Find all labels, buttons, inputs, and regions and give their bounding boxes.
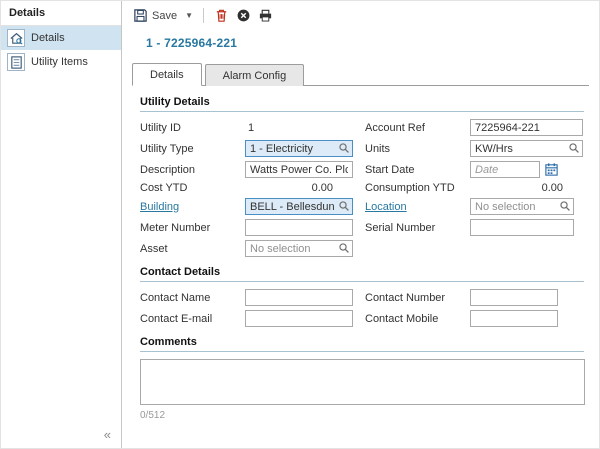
start-date-input[interactable] bbox=[470, 161, 540, 178]
calendar-button[interactable] bbox=[543, 162, 560, 178]
tab-alarm-config[interactable]: Alarm Config bbox=[205, 64, 305, 86]
details-panel: Utility Details Utility ID 1 Account Ref… bbox=[122, 86, 599, 448]
location-search-icon[interactable] bbox=[559, 200, 571, 212]
sidebar-item-details[interactable]: Details bbox=[1, 26, 121, 50]
toolbar: Save ▼ bbox=[122, 1, 599, 26]
account-ref-label: Account Ref bbox=[353, 122, 470, 134]
comments-title: Comments bbox=[140, 336, 584, 352]
units-search-icon[interactable] bbox=[568, 142, 580, 154]
sidebar-item-details-label: Details bbox=[31, 32, 65, 44]
asset-input[interactable] bbox=[245, 240, 353, 257]
toolbar-divider bbox=[203, 8, 204, 23]
serial-number-label: Serial Number bbox=[353, 222, 470, 234]
delete-button[interactable] bbox=[214, 8, 229, 23]
units-input[interactable] bbox=[470, 140, 583, 157]
asset-label: Asset bbox=[140, 243, 245, 255]
utility-items-list-icon bbox=[7, 53, 25, 71]
contact-email-label: Contact E-mail bbox=[140, 313, 245, 325]
sidebar-header: Details bbox=[1, 1, 121, 26]
utility-type-search-icon[interactable] bbox=[338, 142, 350, 154]
tab-strip: Details Alarm Config bbox=[132, 63, 589, 86]
description-label: Description bbox=[140, 164, 245, 176]
main-area: Save ▼ bbox=[122, 1, 599, 448]
collapse-chevron-icon: « bbox=[104, 427, 111, 442]
consumption-ytd-label: Consumption YTD bbox=[353, 182, 470, 194]
sidebar-item-utility-items-label: Utility Items bbox=[31, 56, 88, 68]
location-link[interactable]: Location bbox=[365, 201, 407, 213]
utility-type-label: Utility Type bbox=[140, 143, 245, 155]
cancel-button[interactable] bbox=[236, 8, 251, 23]
save-dropdown-caret-icon[interactable]: ▼ bbox=[184, 11, 193, 20]
consumption-ytd-value: 0.00 bbox=[470, 182, 583, 194]
sidebar-item-utility-items[interactable]: Utility Items bbox=[1, 50, 121, 74]
units-label: Units bbox=[353, 143, 470, 155]
trash-icon bbox=[214, 8, 229, 23]
utility-details-title: Utility Details bbox=[140, 96, 584, 112]
building-input[interactable] bbox=[245, 198, 353, 215]
calendar-icon bbox=[544, 162, 559, 177]
contact-email-input[interactable] bbox=[245, 310, 353, 327]
utility-id-label: Utility ID bbox=[140, 122, 245, 134]
meter-number-input[interactable] bbox=[245, 219, 353, 236]
utility-type-input[interactable] bbox=[245, 140, 353, 157]
contact-details-section: Contact Details Contact Name Contact Num… bbox=[140, 266, 584, 327]
record-title: 1 - 7225964-221 bbox=[122, 26, 599, 50]
tab-alarm-config-label: Alarm Config bbox=[223, 70, 287, 82]
print-button[interactable] bbox=[258, 8, 273, 23]
save-button-label: Save bbox=[152, 10, 177, 22]
sidebar: Details Details Utility Items bbox=[1, 1, 122, 448]
save-icon bbox=[133, 8, 148, 23]
contact-mobile-input[interactable] bbox=[470, 310, 558, 327]
start-date-label: Start Date bbox=[353, 164, 470, 176]
contact-number-input[interactable] bbox=[470, 289, 558, 306]
building-search-icon[interactable] bbox=[338, 200, 350, 212]
meter-number-label: Meter Number bbox=[140, 222, 245, 234]
utility-details-section: Utility Details Utility ID 1 Account Ref… bbox=[140, 96, 584, 257]
save-button[interactable]: Save bbox=[133, 8, 177, 23]
serial-number-input[interactable] bbox=[470, 219, 574, 236]
contact-mobile-label: Contact Mobile bbox=[353, 313, 470, 325]
cancel-circle-icon bbox=[236, 8, 251, 23]
sidebar-collapse-button[interactable]: « bbox=[1, 423, 121, 448]
account-ref-input[interactable] bbox=[470, 119, 583, 136]
cost-ytd-value: 0.00 bbox=[245, 182, 353, 194]
contact-name-input[interactable] bbox=[245, 289, 353, 306]
cost-ytd-label: Cost YTD bbox=[140, 182, 245, 194]
description-input[interactable] bbox=[245, 161, 353, 178]
app-window: Details Details Utility Items bbox=[0, 0, 600, 449]
utility-id-value: 1 bbox=[245, 122, 353, 134]
contact-name-label: Contact Name bbox=[140, 292, 245, 304]
asset-search-icon[interactable] bbox=[338, 242, 350, 254]
tab-details-label: Details bbox=[150, 69, 184, 81]
tab-details[interactable]: Details bbox=[132, 63, 202, 86]
comments-section: Comments 0/512 bbox=[140, 336, 584, 421]
comments-char-counter: 0/512 bbox=[140, 410, 584, 421]
contact-number-label: Contact Number bbox=[353, 292, 470, 304]
printer-icon bbox=[258, 8, 273, 23]
comments-textarea[interactable] bbox=[140, 359, 585, 405]
contact-details-title: Contact Details bbox=[140, 266, 584, 282]
building-link[interactable]: Building bbox=[140, 201, 179, 213]
building-details-icon bbox=[7, 29, 25, 47]
